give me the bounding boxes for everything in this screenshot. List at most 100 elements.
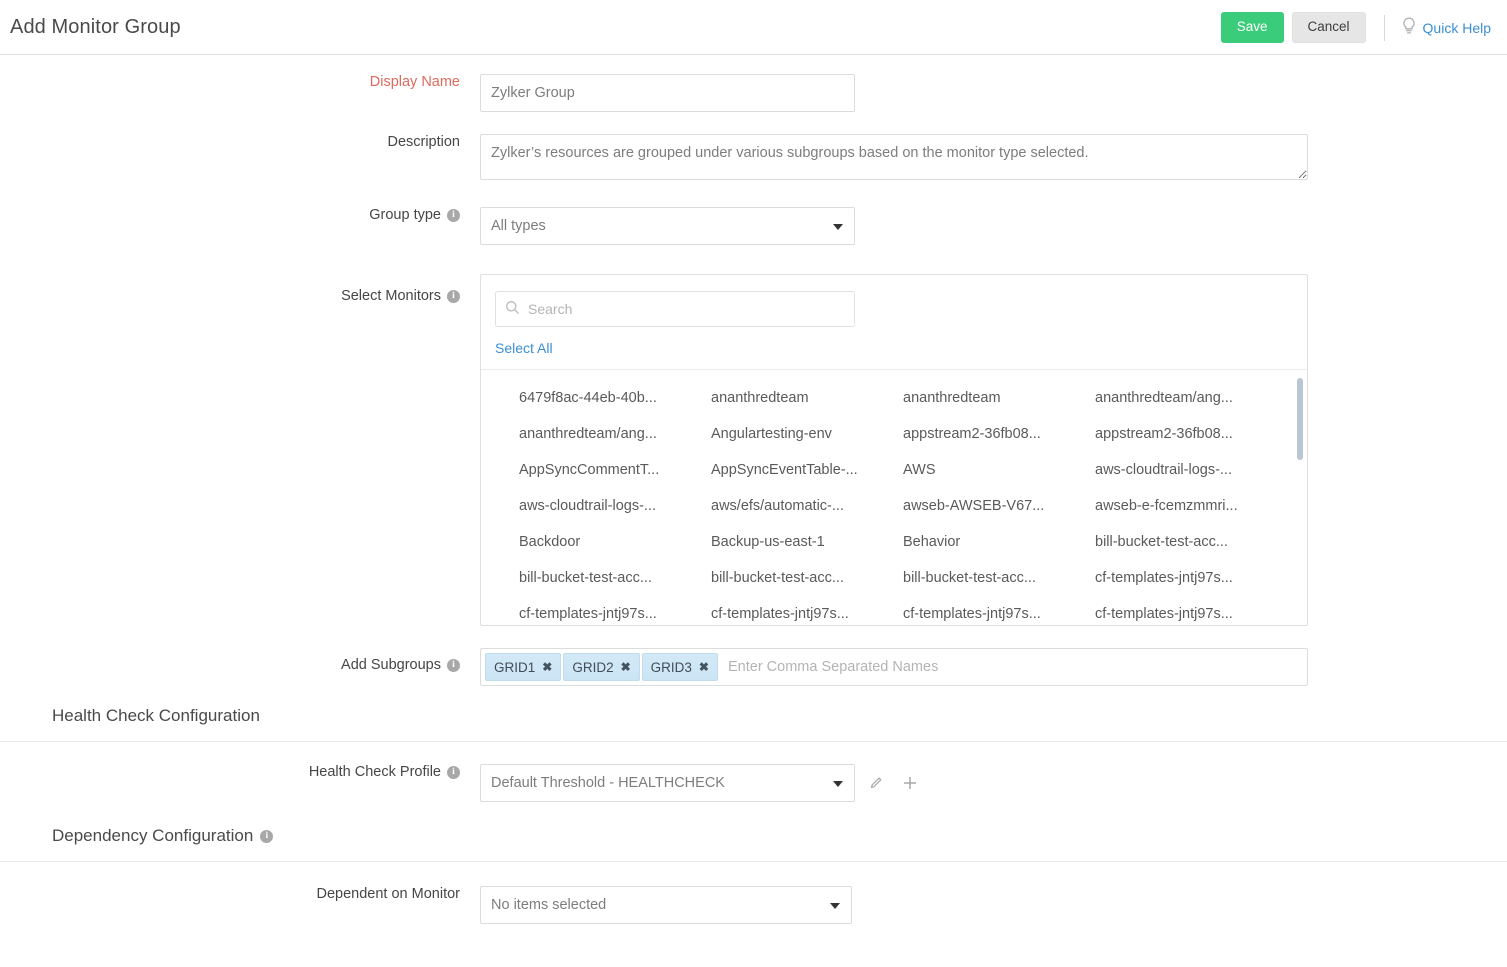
monitor-list-item[interactable]: cf-templates-jntj97s... xyxy=(1095,596,1287,625)
monitor-group-form: Display Name Description Group type i Al… xyxy=(0,55,1507,929)
select-monitors-label: Select Monitors i xyxy=(0,274,480,304)
description-field xyxy=(480,134,1507,185)
monitor-list-item[interactable]: bill-bucket-test-acc... xyxy=(711,560,903,596)
pencil-icon[interactable] xyxy=(863,770,889,796)
select-monitors-label-text: Select Monitors xyxy=(341,288,441,304)
info-icon[interactable]: i xyxy=(260,830,273,843)
monitor-list-item[interactable]: bill-bucket-test-acc... xyxy=(1095,524,1287,560)
description-textarea[interactable] xyxy=(480,134,1308,180)
dependent-on-monitor-select[interactable]: No items selected xyxy=(480,886,852,924)
monitor-list-item[interactable]: aws/efs/automatic-... xyxy=(711,488,903,524)
remove-tag-icon[interactable]: ✖ xyxy=(542,661,552,673)
subgroups-placeholder: Enter Comma Separated Names xyxy=(720,659,1303,675)
monitor-list-item[interactable]: ananthredteam/ang... xyxy=(1095,380,1287,416)
remove-tag-icon[interactable]: ✖ xyxy=(621,661,631,673)
display-name-input[interactable] xyxy=(480,74,855,112)
health-check-profile-select[interactable]: Default Threshold - HEALTHCHECK xyxy=(480,764,855,802)
group-type-label-text: Group type xyxy=(369,207,441,223)
monitor-list-item[interactable]: AWS xyxy=(903,452,1095,488)
quick-help-button[interactable]: Quick Help xyxy=(1401,17,1495,38)
monitor-list-item[interactable]: cf-templates-jntj97s... xyxy=(519,596,711,625)
monitor-list-item[interactable]: bill-bucket-test-acc... xyxy=(903,560,1095,596)
add-subgroups-field: GRID1 ✖ GRID2 ✖ GRID3 ✖ Enter Comma Separated… xyxy=(480,648,1507,686)
monitors-panel-top xyxy=(481,275,1307,327)
row-health-check-profile: Health Check Profile i Default Threshold… xyxy=(0,764,1507,802)
remove-tag-icon[interactable]: ✖ xyxy=(699,661,709,673)
header-divider xyxy=(1384,15,1385,41)
monitor-list-item[interactable]: Backdoor xyxy=(519,524,711,560)
row-description: Description xyxy=(0,134,1507,185)
row-dependent-on-monitor: Dependent on Monitor No items selected xyxy=(0,886,1507,929)
group-type-select-wrap: All types xyxy=(480,207,855,245)
monitor-list-item[interactable]: ananthredteam xyxy=(903,380,1095,416)
section-rule xyxy=(0,861,1507,862)
header-actions: Save Cancel Quick Help xyxy=(1221,0,1495,55)
monitors-panel: Select All 6479f8ac-44eb-40b...ananthred… xyxy=(480,274,1308,626)
monitor-list-item[interactable]: cf-templates-jntj97s... xyxy=(711,596,903,625)
lightbulb-icon xyxy=(1401,17,1417,38)
monitor-list-item[interactable]: 6479f8ac-44eb-40b... xyxy=(519,380,711,416)
monitor-list-item[interactable]: appstream2-36fb08... xyxy=(1095,416,1287,452)
monitor-list-item[interactable]: aws-cloudtrail-logs-... xyxy=(519,488,711,524)
display-name-label-text: Display Name xyxy=(370,74,460,90)
monitor-list-item[interactable]: Behavior xyxy=(903,524,1095,560)
dependency-section-title-text: Dependency Configuration xyxy=(52,826,253,846)
subgroup-tag: GRID3 ✖ xyxy=(642,653,718,681)
subgroup-tag-label: GRID1 xyxy=(494,660,535,675)
dependency-section-title: Dependency Configuration i xyxy=(0,826,1507,861)
info-icon[interactable]: i xyxy=(447,290,460,303)
health-check-section-title-text: Health Check Configuration xyxy=(52,706,260,726)
section-rule xyxy=(0,741,1507,742)
group-type-field: All types xyxy=(480,207,1507,250)
health-check-profile-label-text: Health Check Profile xyxy=(309,764,441,780)
monitor-list-item[interactable]: cf-templates-jntj97s... xyxy=(1095,560,1287,596)
quick-help-label: Quick Help xyxy=(1423,20,1491,36)
monitor-list[interactable]: 6479f8ac-44eb-40b...ananthredteamananthr… xyxy=(481,370,1307,625)
description-label-text: Description xyxy=(387,134,460,150)
monitor-grid: 6479f8ac-44eb-40b...ananthredteamananthr… xyxy=(481,380,1307,625)
select-monitors-field: Select All 6479f8ac-44eb-40b...ananthred… xyxy=(480,274,1507,626)
plus-icon[interactable] xyxy=(897,770,923,796)
group-type-select[interactable]: All types xyxy=(480,207,855,245)
health-check-profile-field: Default Threshold - HEALTHCHECK xyxy=(480,764,1507,802)
search-input[interactable] xyxy=(495,291,855,327)
info-icon[interactable]: i xyxy=(447,766,460,779)
row-display-name: Display Name xyxy=(0,74,1507,112)
monitor-list-item[interactable]: awseb-e-fcemzmmri... xyxy=(1095,488,1287,524)
dependent-on-monitor-field: No items selected xyxy=(480,886,1507,929)
monitor-list-item[interactable]: ananthredteam xyxy=(711,380,903,416)
monitor-list-item[interactable]: AppSyncEventTable-... xyxy=(711,452,903,488)
subgroup-tag: GRID1 ✖ xyxy=(485,653,561,681)
dependency-section: Dependency Configuration i xyxy=(0,826,1507,862)
select-all-row: Select All xyxy=(481,327,1307,369)
monitor-list-item[interactable]: Backup-us-east-1 xyxy=(711,524,903,560)
info-icon[interactable]: i xyxy=(447,659,460,672)
monitor-list-item[interactable]: AppSyncCommentT... xyxy=(519,452,711,488)
monitor-list-item[interactable]: cf-templates-jntj97s... xyxy=(903,596,1095,625)
health-check-profile-select-wrap: Default Threshold - HEALTHCHECK xyxy=(480,764,855,802)
description-label: Description xyxy=(0,134,480,150)
monitor-list-item[interactable]: bill-bucket-test-acc... xyxy=(519,560,711,596)
select-all-link[interactable]: Select All xyxy=(481,327,553,369)
info-icon[interactable]: i xyxy=(447,209,460,222)
monitor-list-scrollbar[interactable] xyxy=(1297,378,1303,460)
display-name-field xyxy=(480,74,1507,112)
monitor-list-item[interactable]: aws-cloudtrail-logs-... xyxy=(1095,452,1287,488)
subgroup-tag-label: GRID3 xyxy=(651,660,692,675)
monitor-search-box xyxy=(495,291,855,327)
dependent-on-monitor-label: Dependent on Monitor xyxy=(0,886,480,902)
subgroups-tags-input[interactable]: GRID1 ✖ GRID2 ✖ GRID3 ✖ Enter Comma Separated… xyxy=(480,648,1308,686)
dependent-on-monitor-label-text: Dependent on Monitor xyxy=(317,886,461,902)
subgroup-tag-label: GRID2 xyxy=(572,660,613,675)
group-type-label: Group type i xyxy=(0,207,480,223)
monitor-list-item[interactable]: awseb-AWSEB-V67... xyxy=(903,488,1095,524)
health-check-section-title: Health Check Configuration xyxy=(0,706,1507,741)
row-group-type: Group type i All types xyxy=(0,207,1507,250)
health-check-section: Health Check Configuration xyxy=(0,706,1507,742)
save-button[interactable]: Save xyxy=(1221,12,1284,43)
monitor-list-item[interactable]: ananthredteam/ang... xyxy=(519,416,711,452)
cancel-button[interactable]: Cancel xyxy=(1292,12,1366,43)
row-select-monitors: Select Monitors i xyxy=(0,274,1507,626)
monitor-list-item[interactable]: appstream2-36fb08... xyxy=(903,416,1095,452)
monitor-list-item[interactable]: Angulartesting-env xyxy=(711,416,903,452)
